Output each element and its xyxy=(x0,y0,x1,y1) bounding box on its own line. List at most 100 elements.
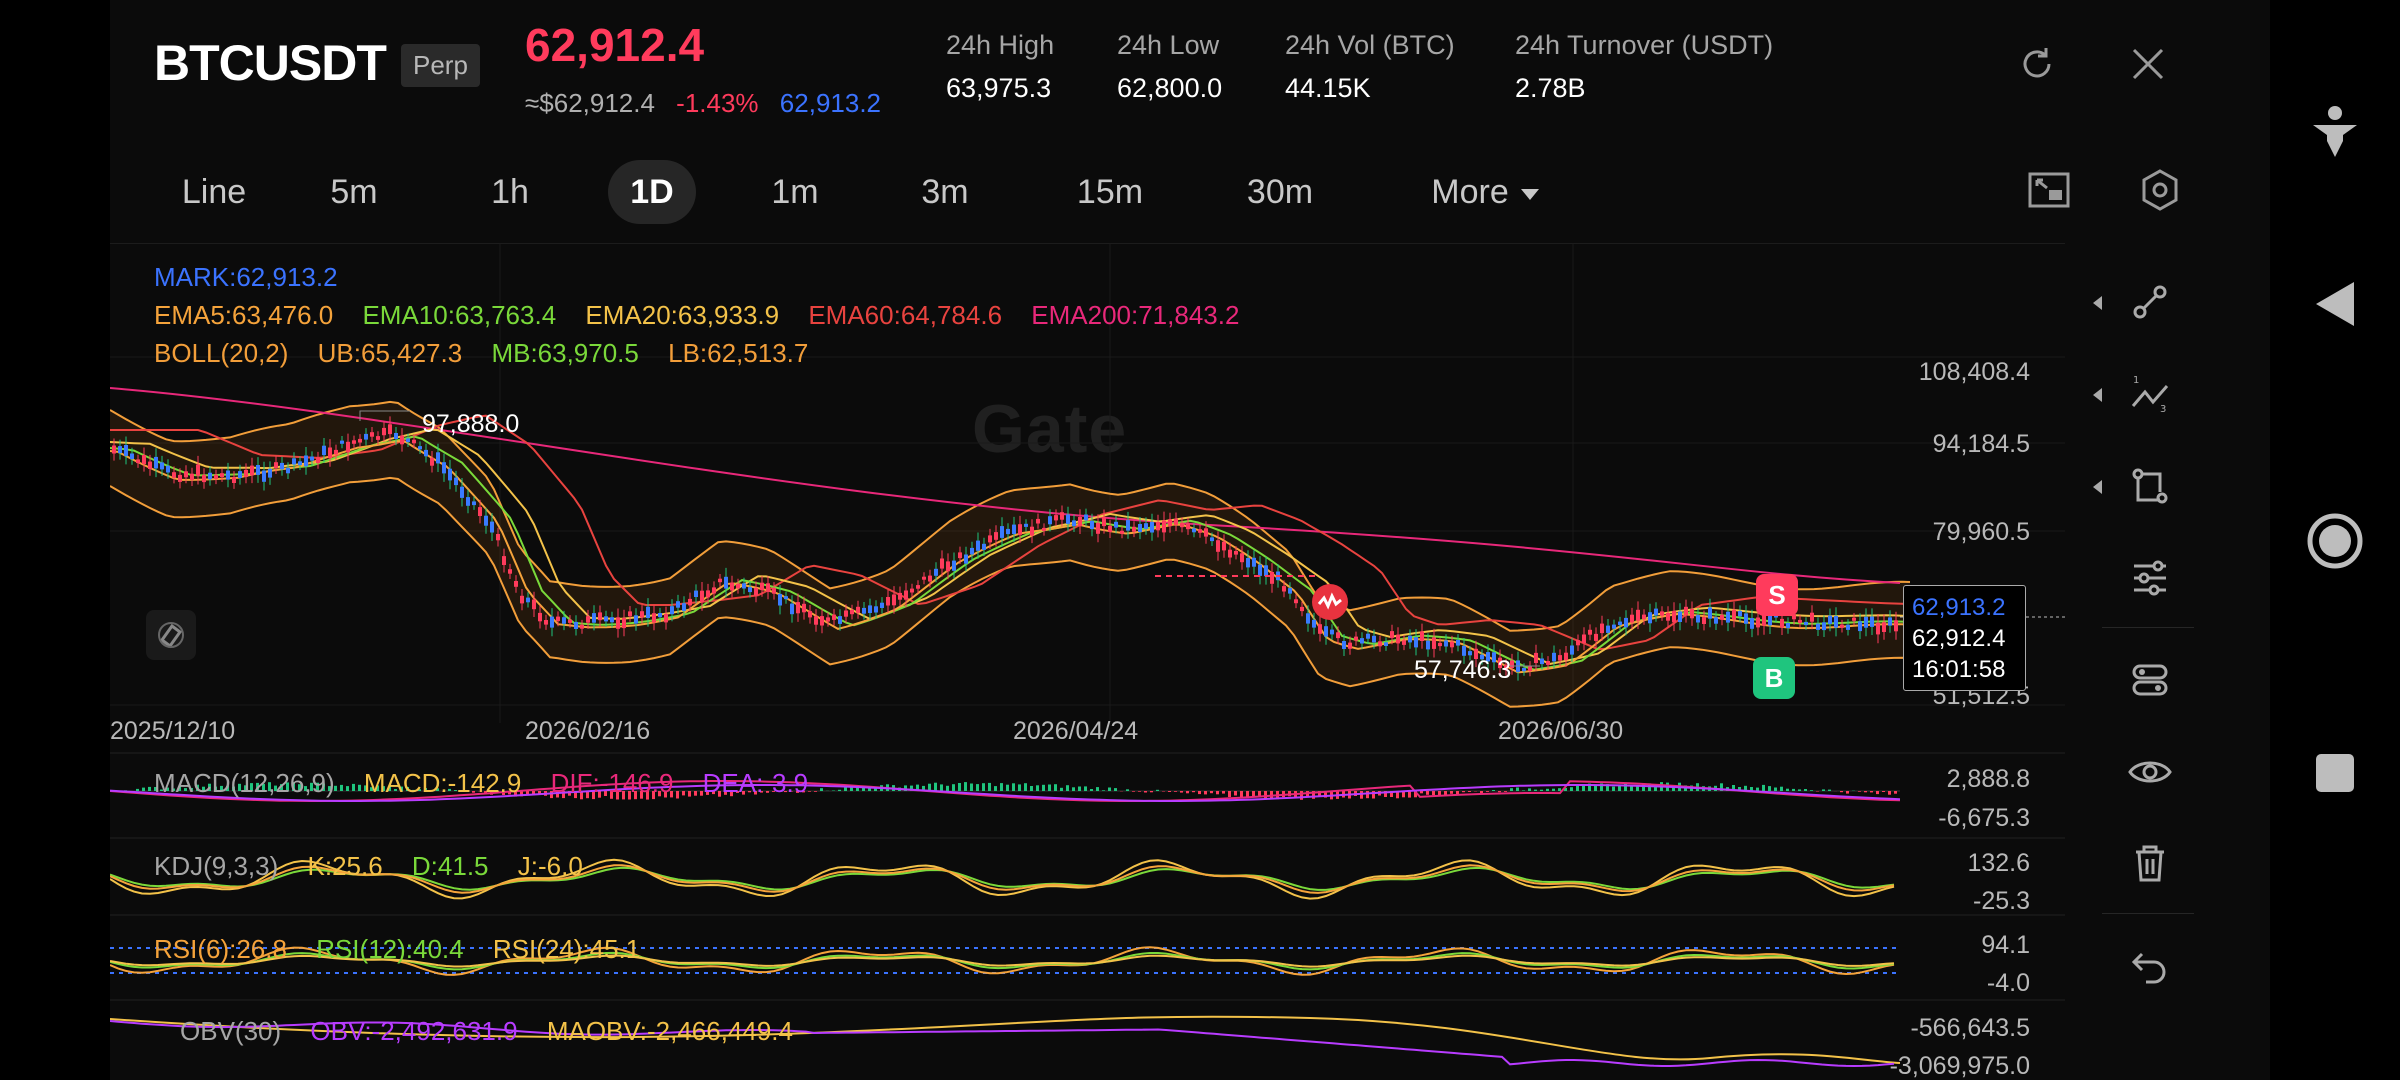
macd-histogram-bar xyxy=(1522,790,1525,791)
recents-icon[interactable] xyxy=(2314,752,2356,794)
trendline-tool-icon[interactable] xyxy=(2110,266,2190,338)
candle-body xyxy=(1444,640,1448,647)
y-tick: 108,408.4 xyxy=(1918,358,2030,386)
macd-histogram-bar xyxy=(1540,789,1543,791)
macd-histogram-bar xyxy=(838,789,841,791)
tab-15m[interactable]: 15m xyxy=(1055,160,1165,224)
close-icon[interactable] xyxy=(2126,42,2170,86)
accessibility-icon[interactable] xyxy=(2310,105,2360,161)
candle-body xyxy=(1210,537,1214,542)
tab-1h[interactable]: 1h xyxy=(460,160,560,224)
candle-body xyxy=(1228,549,1232,558)
candle-body xyxy=(952,560,956,571)
macd-histogram-bar xyxy=(988,782,991,791)
candle-body xyxy=(1750,618,1754,629)
candle-body xyxy=(226,470,230,480)
alert-icon[interactable] xyxy=(1312,584,1348,620)
candle-body xyxy=(502,556,506,565)
tab-1d[interactable]: 1D xyxy=(608,160,696,224)
y-tick: 2,888.8 xyxy=(1946,765,2030,793)
candle-body xyxy=(364,433,368,440)
expand-arrow-icon[interactable] xyxy=(2093,388,2102,402)
svg-text:1: 1 xyxy=(2133,375,2139,386)
candle-body xyxy=(298,461,302,466)
macd-histogram-bar xyxy=(1432,791,1435,796)
symbol-title[interactable]: BTCUSDT xyxy=(154,34,387,92)
macd-histogram-bar xyxy=(136,788,139,791)
undo-icon[interactable] xyxy=(2110,930,2190,1002)
candle-body xyxy=(640,611,644,618)
fiat-price: ≈$62,912.4 xyxy=(525,88,655,118)
shape-tool-icon[interactable] xyxy=(2110,450,2190,522)
candle-body xyxy=(1138,524,1142,532)
macd-histogram-bar xyxy=(1240,791,1243,798)
candle-body xyxy=(208,472,212,480)
macd-histogram-bar xyxy=(142,787,145,791)
macd-histogram-bar xyxy=(1132,791,1135,792)
macd-histogram-bar xyxy=(1552,788,1555,791)
settings-icon[interactable] xyxy=(2136,166,2184,214)
home-icon[interactable] xyxy=(2306,512,2364,570)
macd-histogram-bar xyxy=(844,787,847,791)
tab-line[interactable]: Line xyxy=(154,160,274,224)
eye-icon[interactable] xyxy=(2110,736,2190,808)
macd-histogram-bar xyxy=(1768,786,1771,791)
drawing-settings-icon[interactable] xyxy=(2110,644,2190,716)
drawing-toggle-icon[interactable] xyxy=(146,610,196,660)
candle-body xyxy=(334,449,338,455)
tab-3m[interactable]: 3m xyxy=(897,160,993,224)
macd-histogram-bar xyxy=(952,784,955,791)
candle-body xyxy=(1006,528,1010,535)
candle-body xyxy=(238,471,242,478)
candle-body xyxy=(1672,610,1676,623)
tab-30m[interactable]: 30m xyxy=(1225,160,1335,224)
candle-body xyxy=(946,561,950,572)
candle-body xyxy=(658,613,662,618)
candle-body xyxy=(1078,517,1082,527)
expand-arrow-icon[interactable] xyxy=(2093,296,2102,310)
fibonacci-tool-icon[interactable]: 13 xyxy=(2110,358,2190,430)
boll-legend: BOLL(20,2) UB:65,427.3 MB:63,970.5 LB:62… xyxy=(154,338,809,368)
candle-body xyxy=(820,616,824,626)
macd-histogram-bar xyxy=(1612,786,1615,791)
expand-arrow-icon[interactable] xyxy=(2093,480,2102,494)
tab-5m[interactable]: 5m xyxy=(304,160,404,224)
candle-body xyxy=(1798,619,1802,623)
rotate-icon[interactable] xyxy=(2015,42,2059,86)
candle-body xyxy=(136,459,140,464)
sell-marker[interactable]: S xyxy=(1756,574,1798,616)
macd-histogram-bar xyxy=(1192,791,1195,793)
candle-body xyxy=(958,552,962,559)
candle-body xyxy=(1468,651,1472,656)
candle-body xyxy=(664,613,668,623)
trash-icon[interactable] xyxy=(2110,828,2190,900)
macd-histogram-bar xyxy=(1798,789,1801,791)
candle-body xyxy=(154,456,158,469)
candle-body xyxy=(784,596,788,600)
tab-1m[interactable]: 1m xyxy=(747,160,843,224)
x-tick: 2026/06/30 xyxy=(1498,717,1624,745)
back-icon[interactable] xyxy=(2314,280,2356,328)
more-dropdown[interactable]: More xyxy=(1400,160,1570,224)
candle-body xyxy=(688,598,692,606)
candle-body xyxy=(1282,586,1286,592)
candle-body xyxy=(310,456,314,461)
low-label: 57,746.3 xyxy=(1414,656,1512,684)
candle-body xyxy=(916,585,920,589)
candle-body xyxy=(220,473,224,477)
candle-body xyxy=(1576,640,1580,646)
candle-body xyxy=(1162,520,1166,533)
candle-body xyxy=(814,616,818,625)
caret-down-icon xyxy=(1520,188,1539,200)
candle-body xyxy=(1624,617,1628,628)
macd-histogram-bar xyxy=(1366,791,1369,799)
indicator-settings-icon[interactable] xyxy=(2110,542,2190,614)
candle-body xyxy=(1216,540,1220,552)
layout-icon[interactable] xyxy=(2025,168,2073,212)
macd-histogram-bar xyxy=(1162,791,1165,792)
price-subline: ≈$62,912.4 -1.43% 62,913.2 xyxy=(525,88,895,119)
macd-histogram-bar xyxy=(1510,788,1513,791)
buy-marker[interactable]: B xyxy=(1753,657,1795,699)
candle-body xyxy=(1384,642,1388,646)
candle-body xyxy=(172,472,176,478)
